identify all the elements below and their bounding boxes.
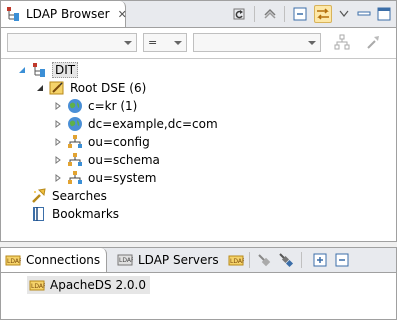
svg-text:LDAP: LDAP [31, 283, 45, 290]
new-connection-icon: LDAP [228, 255, 244, 266]
tab-connections[interactable]: LDAP Connections [1, 248, 107, 272]
operator-value: = [148, 36, 158, 49]
ldap-browser-view: LDAP Browser ✕ = DIT Root DSE (6) c=kr (… [0, 0, 397, 242]
browser-tabbar: LDAP Browser ✕ [1, 1, 396, 28]
tree-item-ou-config[interactable]: ou=config [53, 133, 150, 151]
collapse-all-icon [293, 7, 307, 21]
tree-item-label: ou=schema [88, 153, 160, 167]
view-menu-button[interactable] [338, 5, 350, 23]
connections-tabbar: LDAP Connections LDAP LDAP Servers LDAP [1, 248, 396, 273]
connection-icon: LDAP [29, 277, 45, 293]
refresh-icon [233, 8, 245, 20]
toolbar-separator [284, 6, 285, 22]
tree-item-ou-system[interactable]: ou=system [53, 169, 156, 187]
refresh-button[interactable] [231, 5, 249, 23]
connections-view: LDAP Connections LDAP LDAP Servers LDAP [0, 247, 397, 320]
organizational-unit-icon [67, 134, 83, 150]
connection-item[interactable]: LDAP ApacheDS 2.0.0 [27, 276, 150, 294]
collapse-all-button[interactable] [333, 251, 351, 269]
minimize-icon [357, 11, 371, 16]
tab-ldap-browser[interactable]: LDAP Browser ✕ [1, 1, 127, 27]
collapsed-arrow-icon[interactable] [53, 155, 63, 165]
globe-icon [67, 98, 83, 114]
collapse-all-button[interactable] [291, 5, 309, 23]
connection-label: ApacheDS 2.0.0 [50, 278, 146, 292]
bookmarks-icon [31, 206, 47, 222]
tree-item-label: ou=system [88, 171, 157, 185]
expand-all-button[interactable] [311, 251, 329, 269]
ldap-servers-icon: LDAP [117, 252, 135, 268]
collapsed-arrow-icon[interactable] [53, 101, 63, 111]
clear-filter-icon [367, 36, 379, 49]
operator-combo[interactable]: = [143, 33, 187, 52]
tree-item-c-kr[interactable]: c=kr (1) [53, 97, 137, 115]
tree-item-root-dse[interactable]: Root DSE (6) [35, 79, 146, 97]
value-combo[interactable] [193, 33, 321, 52]
clear-filter-button[interactable] [365, 33, 383, 51]
expand-all-icon [313, 253, 327, 267]
tree-item-dit[interactable]: DIT [17, 61, 79, 79]
organizational-unit-icon [67, 152, 83, 168]
tree-item-label: c=kr (1) [88, 99, 138, 113]
plug-icon [258, 254, 271, 267]
svg-text:LDAP: LDAP [7, 258, 21, 265]
searches-icon [31, 188, 47, 204]
maximize-icon [377, 7, 391, 21]
toolbar-separator [301, 252, 302, 268]
tree-item-dc-example[interactable]: dc=example,dc=com [53, 115, 218, 133]
search-tree-button[interactable] [333, 33, 351, 51]
collapsed-arrow-icon[interactable] [53, 137, 63, 147]
toolbar-separator [254, 6, 255, 22]
svg-text:LDAP: LDAP [119, 257, 133, 264]
tab-ldap-servers-label: LDAP Servers [138, 253, 219, 267]
tree-item-bookmarks[interactable]: Bookmarks [31, 205, 119, 223]
link-with-editor-icon [317, 8, 329, 20]
tree-item-label: Bookmarks [52, 207, 120, 221]
collapsed-arrow-icon[interactable] [53, 173, 63, 183]
tree-item-label: Root DSE (6) [70, 81, 147, 95]
tab-ldap-servers[interactable]: LDAP LDAP Servers [113, 248, 219, 272]
tree-item-label: DIT [52, 62, 79, 78]
chevron-down-icon [124, 41, 132, 45]
tab-connections-label: Connections [26, 253, 101, 267]
tree-item-label: ou=config [88, 135, 150, 149]
collapse-all-icon [335, 253, 349, 267]
chevron-down-icon [308, 41, 316, 45]
unplug-icon [279, 253, 294, 268]
ldap-browser-icon [5, 6, 21, 22]
tree-item-searches[interactable]: Searches [31, 187, 107, 205]
sync-button[interactable] [261, 5, 279, 23]
root-dse-icon [49, 80, 65, 96]
tree-search-icon [334, 34, 350, 50]
chevron-down-icon [174, 41, 182, 45]
connections-icon: LDAP [5, 252, 23, 268]
collapsed-arrow-icon[interactable] [53, 119, 63, 129]
organizational-unit-icon [67, 170, 83, 186]
toolbar-separator [249, 252, 250, 268]
new-connection-button[interactable]: LDAP [227, 251, 245, 269]
dit-icon [31, 62, 47, 78]
tree-item-label: Searches [52, 189, 107, 203]
sync-icon [264, 8, 276, 19]
maximize-button[interactable] [375, 5, 393, 23]
quick-search-bar: = [1, 28, 396, 59]
close-icon[interactable]: ✕ [118, 8, 127, 21]
minimize-button[interactable] [355, 5, 373, 23]
tab-ldap-browser-label: LDAP Browser [26, 7, 110, 21]
open-connection-button[interactable] [255, 251, 273, 269]
link-with-editor-button[interactable] [314, 5, 332, 23]
attribute-combo[interactable] [7, 33, 137, 52]
expanded-arrow-icon[interactable] [17, 65, 27, 75]
chevron-down-icon [339, 10, 349, 17]
tree-item-label: dc=example,dc=com [88, 117, 218, 131]
tree-item-ou-schema[interactable]: ou=schema [53, 151, 160, 169]
globe-icon [67, 116, 83, 132]
svg-text:LDAP: LDAP [230, 258, 244, 265]
expanded-arrow-icon[interactable] [35, 83, 45, 93]
close-connection-button[interactable] [277, 251, 295, 269]
